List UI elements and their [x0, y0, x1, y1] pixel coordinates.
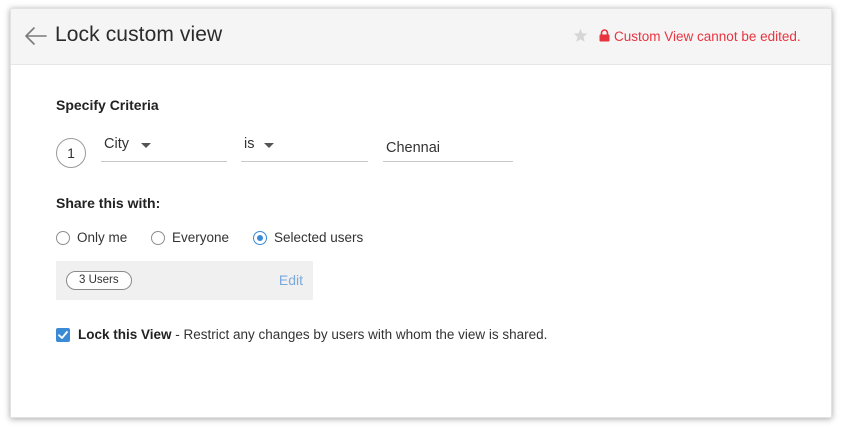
radio-label: Selected users: [274, 230, 364, 245]
lock-status-message: Custom View cannot be edited.: [614, 29, 801, 44]
lock-icon: [599, 29, 610, 42]
radio-label: Only me: [77, 230, 128, 245]
radio-button[interactable]: [56, 231, 70, 245]
lock-custom-view-panel: Lock custom view Custom View cannot be e…: [10, 8, 832, 418]
criteria-section-title: Specify Criteria: [56, 97, 159, 113]
criteria-row-number: 1: [56, 138, 86, 168]
share-section-title: Share this with:: [56, 195, 161, 211]
lock-view-description: - Restrict any changes by users with who…: [171, 327, 548, 342]
back-arrow-icon[interactable]: [24, 26, 48, 46]
page-title: Lock custom view: [55, 23, 223, 46]
radio-label: Everyone: [172, 230, 230, 245]
star-icon[interactable]: [573, 28, 588, 43]
criteria-operator-value: is: [244, 136, 255, 152]
chevron-down-icon: [141, 143, 151, 148]
selected-users-box: 3 Users Edit: [56, 261, 313, 300]
radio-button[interactable]: [151, 231, 165, 245]
criteria-value-input[interactable]: Chennai: [383, 134, 513, 162]
checkmark-icon: [58, 331, 68, 339]
radio-button-selected[interactable]: [253, 231, 267, 245]
users-count-badge[interactable]: 3 Users: [66, 271, 132, 290]
chevron-down-icon: [264, 143, 274, 148]
criteria-field-dropdown[interactable]: City: [101, 134, 227, 162]
criteria-operator-dropdown[interactable]: is: [241, 134, 368, 162]
lock-view-label: Lock this View: [78, 327, 172, 342]
criteria-value-text: Chennai: [386, 140, 441, 156]
edit-users-link[interactable]: Edit: [279, 272, 303, 288]
page-header: Lock custom view Custom View cannot be e…: [11, 9, 831, 65]
criteria-field-value: City: [104, 136, 129, 152]
lock-view-text: Lock this View - Restrict any changes by…: [78, 327, 547, 342]
lock-view-checkbox[interactable]: [56, 328, 70, 342]
